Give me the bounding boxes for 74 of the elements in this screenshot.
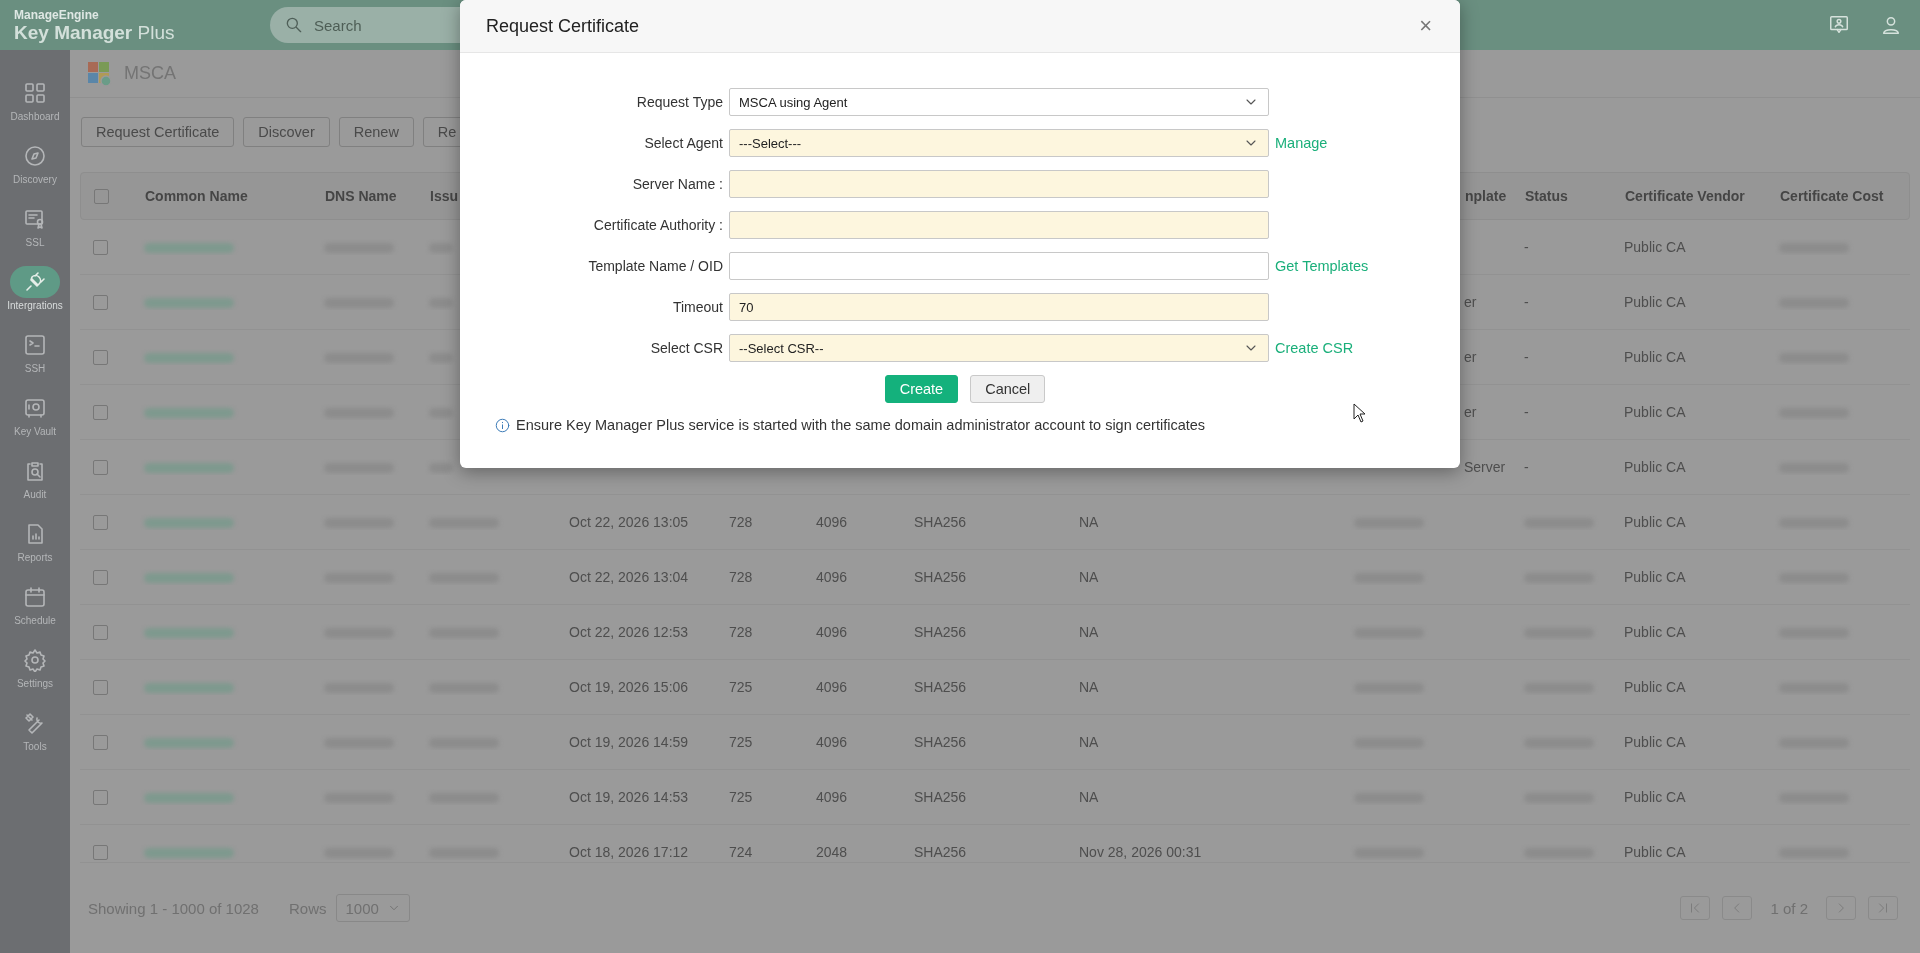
field-label: Certificate Authority :: [593, 217, 723, 233]
table-cell: Server: [1464, 459, 1506, 475]
table-cell: NA: [1079, 789, 1099, 805]
table-cell: Public CA: [1624, 569, 1686, 585]
table-cell: NA: [1079, 734, 1099, 750]
table-cell: SHA256: [914, 514, 967, 530]
table-cell: 4096: [816, 624, 848, 640]
column-header: Common Name: [144, 188, 249, 204]
table-cell: -: [1524, 294, 1529, 310]
table-cell: Oct 19, 2026 14:53: [569, 789, 689, 805]
table-cell: -: [1524, 349, 1529, 365]
table-cell: 725: [729, 679, 753, 695]
table-cell: Oct 19, 2026 14:59: [569, 734, 689, 750]
table-cell: Public CA: [1624, 294, 1686, 310]
table-cell: Public CA: [1624, 679, 1686, 695]
table-cell: 725: [729, 734, 753, 750]
column-header: DNS Name: [324, 188, 398, 204]
table-cell: SHA256: [914, 734, 967, 750]
field-label: Server Name :: [632, 176, 723, 192]
table-cell: er: [1464, 404, 1477, 420]
table-cell: SHA256: [914, 624, 967, 640]
table-cell: er: [1464, 294, 1477, 310]
table-cell: 724: [729, 844, 753, 860]
table-cell: Oct 22, 2026 12:53: [569, 624, 689, 640]
table-cell: 725: [729, 789, 753, 805]
column-header: nplate: [1464, 188, 1508, 204]
table-cell: Oct 18, 2026 17:12: [569, 844, 689, 860]
table-cell: Public CA: [1624, 789, 1686, 805]
table-cell: 728: [729, 514, 753, 530]
table-cell: Public CA: [1624, 514, 1686, 530]
table-cell: NA: [1079, 624, 1099, 640]
table-cell: -: [1524, 404, 1529, 420]
field-label: Template Name / OID: [588, 258, 723, 274]
field-label: Request Type: [636, 94, 723, 110]
table-cell: SHA256: [914, 789, 967, 805]
table-cell: Public CA: [1624, 459, 1686, 475]
table-cell: NA: [1079, 514, 1099, 530]
info-note: Ensure Key Manager Plus service is started with the same domain administrator account to sign certificates: [516, 417, 1206, 433]
table-cell: Public CA: [1624, 404, 1686, 420]
table-cell: NA: [1079, 679, 1099, 695]
table-cell: 728: [729, 624, 753, 640]
field-label: Select Agent: [644, 135, 723, 151]
table-cell: SHA256: [914, 569, 967, 585]
table-cell: Oct 22, 2026 13:05: [569, 514, 689, 530]
column-header: Certificate Cost: [1779, 188, 1885, 204]
table-cell: -: [1524, 459, 1529, 475]
table-cell: Nov 28, 2026 00:31: [1079, 844, 1202, 860]
table-cell: SHA256: [914, 679, 967, 695]
column-header: Issu: [429, 188, 459, 204]
table-cell: 728: [729, 569, 753, 585]
table-cell: 4096: [816, 734, 848, 750]
product-name: Key Manager Plus: [14, 21, 176, 43]
table-cell: Oct 19, 2026 15:06: [569, 679, 689, 695]
table-cell: Public CA: [1624, 734, 1686, 750]
table-cell: Public CA: [1624, 624, 1686, 640]
brand-name: ManageEngine: [14, 7, 100, 22]
table-cell: 4096: [816, 569, 848, 585]
table-cell: Oct 22, 2026 13:04: [569, 569, 689, 585]
table-cell: Public CA: [1624, 844, 1686, 860]
table-cell: -: [1524, 239, 1529, 255]
table-cell: SHA256: [914, 844, 967, 860]
field-label: Timeout: [672, 299, 723, 315]
column-header: Status: [1524, 188, 1569, 204]
table-cell: 4096: [816, 789, 848, 805]
column-header: Certificate Vendor: [1624, 188, 1746, 204]
dialog-title: Request Certificate: [486, 15, 640, 37]
table-cell: 4096: [816, 514, 848, 530]
field-label: Select CSR: [650, 340, 723, 356]
table-cell: 4096: [816, 679, 848, 695]
table-cell: er: [1464, 349, 1477, 365]
table-cell: Public CA: [1624, 349, 1686, 365]
table-cell: 2048: [816, 844, 848, 860]
table-cell: Public CA: [1624, 239, 1686, 255]
table-cell: NA: [1079, 569, 1099, 585]
